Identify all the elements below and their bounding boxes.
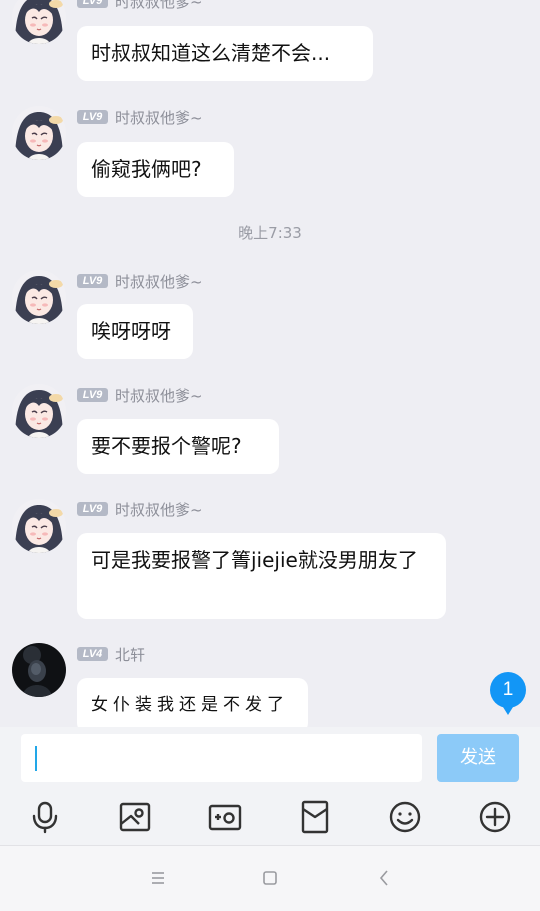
system-navigation-bar [0, 845, 540, 911]
message-input[interactable] [21, 734, 422, 782]
camera-icon[interactable] [207, 799, 243, 835]
unread-badge[interactable]: 1 [490, 672, 526, 715]
sender-meta: LV9 时叔叔他爹~ [77, 0, 203, 12]
message-item: LV9 时叔叔他爹~ 偷窥我俩吧? [0, 98, 540, 198]
microphone-icon[interactable] [27, 799, 63, 835]
message-bubble[interactable]: 要不要报个警呢? [77, 419, 279, 474]
timestamp: 晚上7:33 [238, 224, 302, 242]
chat-toolbar [0, 789, 540, 845]
message-item: LV4 北轩 女仆装我还是不发了 [0, 636, 540, 727]
input-bar: 发送 [0, 727, 540, 789]
message-item: LV9 时叔叔他爹~ 要不要报个警呢? [0, 376, 540, 476]
message-bubble[interactable]: 唉呀呀呀 [77, 304, 193, 359]
message-item: LV9 时叔叔他爹~ 可是我要报警了箐jiejie就没男朋友了 [0, 491, 540, 621]
message-bubble[interactable]: 偷窥我俩吧? [77, 142, 234, 197]
emoji-icon[interactable] [387, 799, 423, 835]
message-item: LV9 时叔叔他爹~ 唉呀呀呀 [0, 262, 540, 362]
home-icon[interactable] [258, 866, 282, 890]
level-badge: LV9 [77, 388, 108, 402]
sender-meta: LV9 时叔叔他爹~ [77, 271, 203, 292]
message-item: LV9 时叔叔他爹~ 时叔叔知道这么清楚不会... [0, 0, 540, 82]
message-bubble[interactable]: 女仆装我还是不发了 [77, 678, 308, 727]
avatar[interactable] [12, 0, 66, 44]
avatar[interactable] [12, 499, 66, 553]
chat-area[interactable]: LV9 时叔叔他爹~ 时叔叔知道这么清楚不会... LV9 时叔叔他爹~ 偷窥我… [0, 0, 540, 727]
sender-name[interactable]: 北轩 [115, 644, 145, 665]
plus-icon[interactable] [477, 799, 513, 835]
text-cursor [35, 746, 37, 771]
image-icon[interactable] [117, 799, 153, 835]
message-bubble[interactable]: 可是我要报警了箐jiejie就没男朋友了 [77, 533, 446, 619]
level-badge: LV9 [77, 502, 108, 516]
send-button[interactable]: 发送 [437, 734, 519, 782]
back-icon[interactable] [372, 866, 396, 890]
sender-name[interactable]: 时叔叔他爹~ [115, 0, 203, 12]
level-badge: LV9 [77, 110, 108, 124]
level-badge: LV9 [77, 274, 108, 288]
red-packet-icon[interactable] [297, 799, 333, 835]
sender-meta: LV9 时叔叔他爹~ [77, 385, 203, 406]
sender-name[interactable]: 时叔叔他爹~ [115, 271, 203, 292]
avatar[interactable] [12, 384, 66, 438]
message-bubble[interactable]: 时叔叔知道这么清楚不会... [77, 26, 373, 81]
sender-name[interactable]: 时叔叔他爹~ [115, 107, 203, 128]
sender-name[interactable]: 时叔叔他爹~ [115, 499, 203, 520]
sender-meta: LV4 北轩 [77, 644, 145, 665]
sender-meta: LV9 时叔叔他爹~ [77, 499, 203, 520]
level-badge: LV4 [77, 647, 108, 661]
sender-meta: LV9 时叔叔他爹~ [77, 107, 203, 128]
menu-icon[interactable] [146, 866, 170, 890]
avatar[interactable] [12, 270, 66, 324]
avatar[interactable] [12, 643, 66, 697]
level-badge: LV9 [77, 0, 108, 8]
avatar[interactable] [12, 106, 66, 160]
sender-name[interactable]: 时叔叔他爹~ [115, 385, 203, 406]
